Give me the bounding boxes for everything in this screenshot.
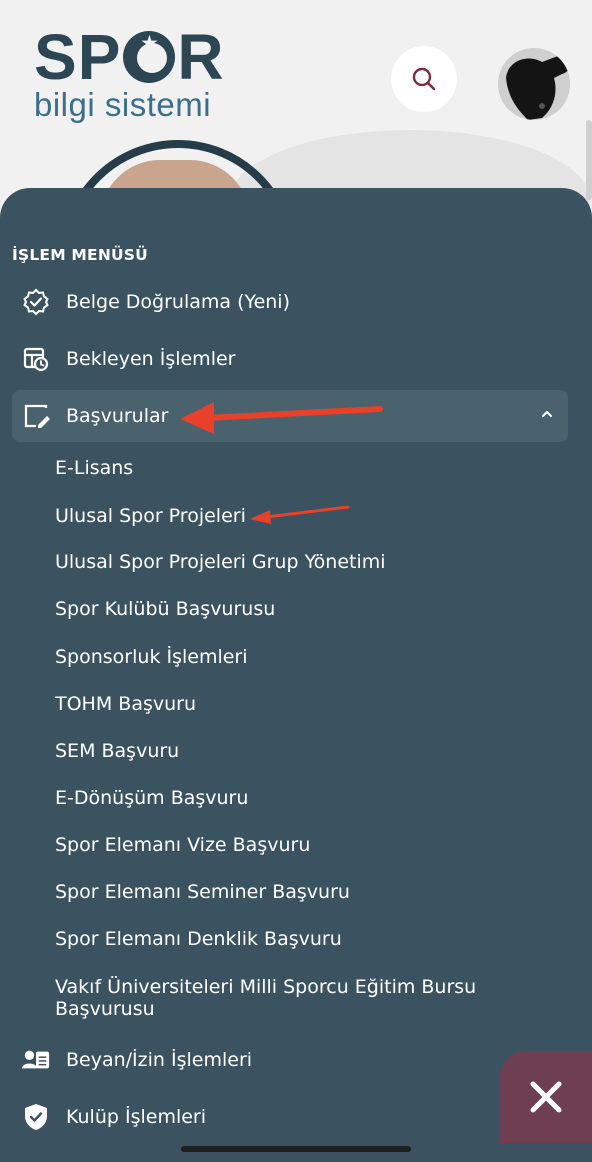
menu-item-label: Başvurular — [66, 405, 169, 427]
pending-table-icon — [22, 345, 50, 373]
search-icon — [412, 67, 436, 91]
user-card-icon — [22, 1046, 50, 1074]
menu-item-belge-dogrulama[interactable]: Belge Doğrulama (Yeni) — [12, 276, 568, 328]
menu-item-basvurular[interactable]: Başvurular — [12, 390, 568, 442]
scroll-indicator — [586, 120, 592, 200]
submenu-item-vize-basvuru[interactable]: Spor Elemanı Vize Başvuru — [55, 834, 310, 856]
logo-star-icon: ★ — [123, 31, 176, 83]
close-icon — [530, 1081, 562, 1113]
menu-title: İŞLEM MENÜSÜ — [12, 246, 148, 264]
logo-text-left: SP — [34, 21, 122, 93]
submenu-item-sponsorluk-islemleri[interactable]: Sponsorluk İşlemleri — [55, 646, 248, 668]
submenu-item-e-lisans[interactable]: E-Lisans — [55, 457, 133, 479]
spor-logo[interactable]: SP ★ R bilgi sistemi — [34, 21, 225, 123]
user-avatar[interactable] — [498, 48, 570, 120]
submenu-item-vakif-bursu[interactable]: Vakıf Üniversiteleri Milli Sporcu Eğitim… — [55, 976, 515, 1020]
search-button[interactable] — [391, 46, 457, 112]
verified-badge-icon — [22, 288, 50, 316]
logo-wordmark: SP ★ R — [34, 21, 225, 93]
home-indicator[interactable] — [181, 1146, 411, 1152]
submenu-item-e-donusum-basvuru[interactable]: E-Dönüşüm Başvuru — [55, 787, 248, 809]
avatar-image — [498, 48, 570, 120]
submenu-item-sem-basvuru[interactable]: SEM Başvuru — [55, 740, 179, 762]
logo-subtitle: bilgi sistemi — [34, 86, 212, 123]
menu-item-kulup-islemleri[interactable]: Kulüp İşlemleri — [12, 1091, 568, 1143]
app-header: SP ★ R bilgi sistemi — [0, 0, 592, 376]
submenu-item-denklik-basvuru[interactable]: Spor Elemanı Denklik Başvuru — [55, 928, 342, 950]
shield-check-icon — [22, 1103, 50, 1131]
chevron-up-icon[interactable] — [540, 406, 554, 425]
logo-text-right: R — [177, 21, 225, 93]
menu-item-label: Belge Doğrulama (Yeni) — [66, 291, 290, 313]
menu-item-label: Kulüp İşlemleri — [66, 1106, 207, 1128]
submenu-item-spor-kulubu-basvurusu[interactable]: Spor Kulübü Başvurusu — [55, 598, 275, 620]
close-button[interactable] — [500, 1051, 592, 1143]
menu-item-beyan-izin[interactable]: Beyan/İzin İşlemleri — [12, 1034, 568, 1086]
submenu-item-seminer-basvuru[interactable]: Spor Elemanı Seminer Başvuru — [55, 881, 350, 903]
submenu-item-usp-grup-yonetimi[interactable]: Ulusal Spor Projeleri Grup Yönetimi — [55, 551, 386, 573]
menu-item-bekleyen-islemler[interactable]: Bekleyen İşlemler — [12, 333, 568, 385]
menu-item-label: Beyan/İzin İşlemleri — [66, 1049, 253, 1071]
menu-item-label: Bekleyen İşlemler — [66, 348, 236, 370]
submenu-item-tohm-basvuru[interactable]: TOHM Başvuru — [55, 693, 196, 715]
edit-note-icon — [22, 402, 50, 430]
submenu-item-ulusal-spor-projeleri[interactable]: Ulusal Spor Projeleri — [55, 505, 246, 527]
